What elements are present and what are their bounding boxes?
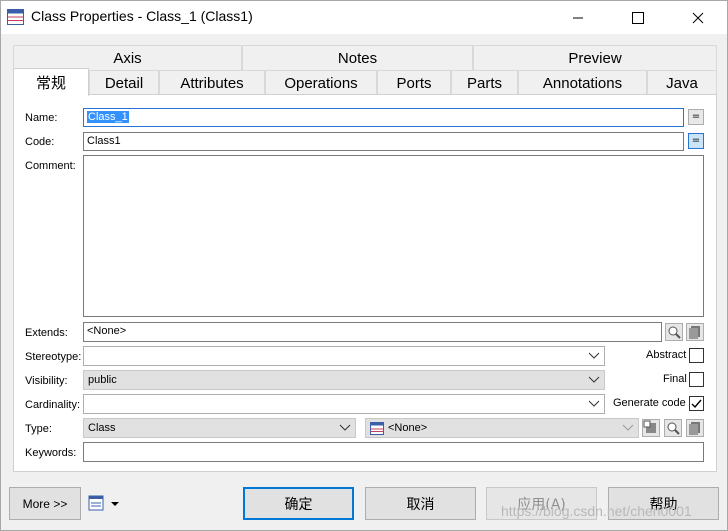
name-value: Class_1: [87, 111, 129, 123]
code-name-sync-button[interactable]: =: [688, 133, 704, 149]
name-label: Name:: [25, 112, 58, 124]
tab-java[interactable]: Java: [647, 70, 717, 95]
new-item-icon: [643, 420, 656, 433]
final-checkbox[interactable]: [689, 372, 704, 387]
final-label: Final: [663, 373, 687, 385]
chevron-down-icon: [588, 349, 600, 361]
tab-label: Operations: [284, 74, 358, 92]
dialog-window: Class Properties - Class_1 (Class1) Axis…: [0, 0, 728, 531]
help-button[interactable]: 帮助: [608, 487, 719, 520]
extends-select-button[interactable]: [665, 323, 683, 341]
class-table-icon: [7, 9, 24, 25]
cancel-button-label: 取消: [406, 496, 435, 513]
type-reference-combo[interactable]: <None>: [365, 418, 639, 438]
generate-code-label: Generate code: [613, 397, 686, 409]
tab-label: Notes: [337, 49, 378, 67]
comment-label: Comment:: [25, 160, 76, 172]
chevron-down-icon: [622, 421, 634, 433]
printer-icon: [88, 495, 119, 511]
magnifier-icon: [667, 422, 680, 435]
title-bar: Class Properties - Class_1 (Class1): [1, 1, 727, 34]
tab-label: Parts: [466, 74, 502, 92]
tab-ports[interactable]: Ports: [377, 70, 451, 95]
ok-button-label: 确定: [284, 496, 313, 513]
type-value: Class: [88, 422, 116, 434]
name-field[interactable]: Class_1: [83, 108, 684, 127]
extends-value: <None>: [87, 325, 127, 337]
close-button[interactable]: [675, 1, 721, 34]
maximize-icon: [632, 11, 644, 24]
extends-properties-button[interactable]: [686, 323, 704, 341]
type-select-button[interactable]: [664, 419, 682, 437]
type-reference-value: <None>: [388, 422, 428, 434]
type-combo[interactable]: Class: [83, 418, 356, 438]
extends-label: Extends:: [25, 327, 68, 339]
tab-label: Java: [666, 74, 698, 92]
generate-code-checkbox[interactable]: [689, 396, 704, 411]
tab-label: Annotations: [542, 74, 623, 92]
help-button-label: 帮助: [649, 496, 678, 513]
tab-annotations[interactable]: Annotations: [518, 70, 647, 95]
properties-icon: [689, 422, 700, 435]
chevron-down-icon: [588, 397, 600, 409]
tab-notes[interactable]: Notes: [242, 45, 473, 70]
type-label: Type:: [25, 423, 52, 435]
tab-detail[interactable]: Detail: [89, 70, 159, 95]
abstract-checkbox[interactable]: [689, 348, 704, 363]
maximize-button[interactable]: [615, 1, 661, 34]
type-properties-button[interactable]: [686, 419, 704, 437]
code-value: Class1: [87, 135, 121, 147]
tab-label: Detail: [104, 74, 144, 92]
cancel-button[interactable]: 取消: [365, 487, 476, 520]
more-button[interactable]: More >>: [9, 487, 81, 520]
code-field[interactable]: Class1: [83, 132, 684, 151]
tab-preview[interactable]: Preview: [473, 45, 717, 70]
stereotype-combo[interactable]: [83, 346, 605, 366]
magnifier-icon: [668, 326, 681, 339]
minimize-button[interactable]: [555, 1, 601, 34]
tab-label: 常规: [35, 75, 66, 92]
extends-field[interactable]: <None>: [83, 322, 662, 342]
print-menu-button[interactable]: [88, 494, 122, 512]
cardinality-combo[interactable]: [83, 394, 605, 414]
visibility-value: public: [88, 374, 117, 386]
minimize-icon: [573, 17, 583, 18]
apply-button[interactable]: 应用(A): [486, 487, 597, 520]
abstract-label: Abstract: [646, 349, 687, 361]
keywords-field[interactable]: [83, 442, 704, 462]
ok-button[interactable]: 确定: [243, 487, 354, 520]
stereotype-label: Stereotype:: [25, 351, 82, 363]
chevron-down-icon: [339, 421, 351, 433]
window-title: Class Properties - Class_1 (Class1): [31, 8, 253, 24]
tab-label: Attributes: [180, 74, 244, 92]
tab-general[interactable]: 常规: [13, 68, 89, 96]
properties-icon: [689, 326, 700, 339]
tab-label: Ports: [396, 74, 432, 92]
tab-attributes[interactable]: Attributes: [159, 70, 265, 95]
tab-label: Axis: [113, 49, 142, 67]
code-label: Code:: [25, 136, 55, 148]
more-button-label: More >>: [22, 496, 68, 511]
tab-label: Preview: [568, 49, 622, 67]
checkmark-icon: [691, 399, 702, 409]
type-create-button[interactable]: [642, 419, 660, 437]
tab-parts[interactable]: Parts: [451, 70, 518, 95]
class-table-icon: [370, 422, 384, 438]
tab-operations[interactable]: Operations: [265, 70, 377, 95]
cardinality-label: Cardinality:: [25, 399, 81, 411]
visibility-combo[interactable]: public: [83, 370, 605, 390]
close-icon: [692, 12, 704, 23]
chevron-down-icon: [588, 373, 600, 385]
name-code-sync-button[interactable]: =: [688, 109, 704, 125]
comment-textarea[interactable]: [83, 155, 704, 317]
apply-button-label: 应用(A): [517, 496, 566, 513]
tab-axis[interactable]: Axis: [13, 45, 242, 70]
keywords-label: Keywords:: [25, 447, 77, 459]
visibility-label: Visibility:: [25, 375, 68, 387]
